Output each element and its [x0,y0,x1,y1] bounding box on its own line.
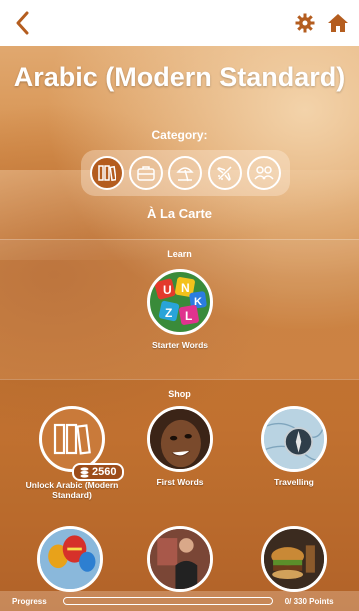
svg-text:K: K [194,296,202,308]
letter-blocks-image: U N K Z L [147,269,213,335]
category-button-business[interactable] [129,156,164,190]
shop-item-label: First Words [156,477,204,487]
home-button[interactable] [327,13,349,33]
shop-section-title: Shop [168,389,191,399]
shop-section: Shop 2560 Unlock Arabic (Modern Standard… [0,379,359,592]
shop-item-label: Travelling [274,477,314,487]
shop-item-travelling[interactable]: Travelling [244,406,344,487]
learn-section: Learn U N K Z L Starter Words [0,239,359,379]
child-face-image [147,406,213,472]
svg-text:L: L [185,309,192,323]
learn-item-starter-words[interactable]: U N K Z L Starter Words [130,269,230,350]
progress-label: Progress [12,596,47,606]
shop-item-label: Unlock Arabic (Modern Standard) [25,480,119,500]
gear-icon [295,13,315,33]
coins-icon [80,466,89,478]
shop-item-food[interactable] [244,526,344,592]
people-icon [254,166,274,180]
selected-category-name: À La Carte [146,206,213,221]
top-bar [0,0,359,46]
airplane-icon [216,166,232,182]
shop-item-restaurant[interactable] [130,526,230,592]
category-button-travel[interactable] [207,156,242,190]
books-icon [97,165,116,181]
category-label: Category: [151,128,208,142]
shop-item-first-words[interactable]: First Words [130,406,230,487]
page-title: Arabic (Modern Standard) [13,62,346,92]
burger-image [261,526,327,592]
shop-item-balloons[interactable] [20,526,120,592]
back-button[interactable] [10,8,34,38]
shop-item-unlock[interactable]: 2560 Unlock Arabic (Modern Standard) [22,406,125,500]
category-button-leisure[interactable] [168,156,203,190]
progress-points: 0/ 330 Points [284,596,334,606]
progress-track [62,597,273,605]
compass-map-image [261,406,327,472]
category-button-a-la-carte[interactable] [89,156,124,190]
progress-bar: Progress 0/ 330 Points [0,591,359,611]
learn-section-title: Learn [167,249,192,259]
chevron-left-icon [16,11,29,35]
learn-item-label: Starter Words [151,340,209,350]
svg-text:Z: Z [165,306,172,320]
svg-text:U: U [163,283,172,297]
price-value: 2560 [92,466,117,478]
beach-umbrella-icon [176,167,195,182]
price-badge: 2560 [72,463,125,481]
settings-button[interactable] [295,13,315,33]
category-selector [81,150,290,196]
category-button-people[interactable] [247,156,282,190]
briefcase-icon [137,166,155,181]
hot-air-balloons-image [37,526,103,592]
restaurant-image [147,526,213,592]
svg-text:N: N [181,281,190,295]
home-icon [328,14,348,32]
